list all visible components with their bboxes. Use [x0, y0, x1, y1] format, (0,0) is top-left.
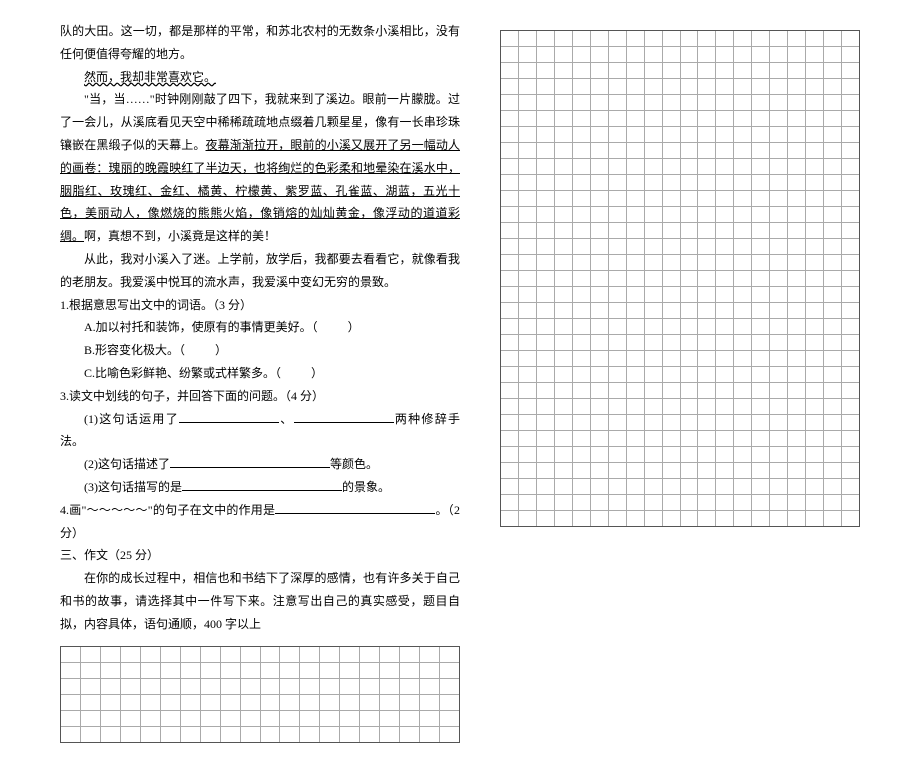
- writing-grid-right[interactable]: [500, 30, 860, 527]
- q3-1: (1)这句话运用了、两种修辞手法。: [60, 408, 460, 454]
- q1-a: A.加以衬托和装饰，使原有的事情更美好。（ ）: [60, 316, 460, 339]
- blank-input[interactable]: [275, 501, 435, 514]
- q3-3: (3)这句话描写的是的景象。: [60, 476, 460, 499]
- q3-title: 3.读文中划线的句子，并回答下面的问题。（4 分）: [60, 385, 460, 408]
- blank-input[interactable]: [170, 455, 330, 468]
- passage-p2: 然而，我却非常喜欢它。: [60, 66, 460, 89]
- q1-b: B.形容变化极大。（ ）: [60, 339, 460, 362]
- blank-input[interactable]: [182, 478, 342, 491]
- blank-input[interactable]: [179, 410, 279, 423]
- passage-p4: 从此，我对小溪入了迷。上学前，放学后，我都要去看看它，就像看我的老朋友。我爱溪中…: [60, 248, 460, 294]
- writing-section: 三、作文（25 分）: [60, 544, 460, 567]
- q1-c: C.比喻色彩鲜艳、纷繁或式样繁多。（ ）: [60, 362, 460, 385]
- q4: 4.画"～～～～～"的句子在文中的作用是。（2 分）: [60, 499, 460, 545]
- passage-p3: "当，当……"时钟刚刚敲了四下，我就来到了溪边。眼前一片朦胧。过了一会儿，从溪底…: [60, 88, 460, 248]
- q1-title: 1.根据意思写出文中的词语。（3 分）: [60, 294, 460, 317]
- writing-grid-left[interactable]: [60, 646, 460, 743]
- blank-input[interactable]: [294, 410, 394, 423]
- q3-2: (2)这句话描述了等颜色。: [60, 453, 460, 476]
- passage-p1: 队的大田。这一切，都是那样的平常，和苏北农村的无数条小溪相比，没有任何便值得夸耀…: [60, 20, 460, 66]
- writing-prompt: 在你的成长过程中，相信也和书结下了深厚的感情，也有许多关于自己和书的故事，请选择…: [60, 567, 460, 635]
